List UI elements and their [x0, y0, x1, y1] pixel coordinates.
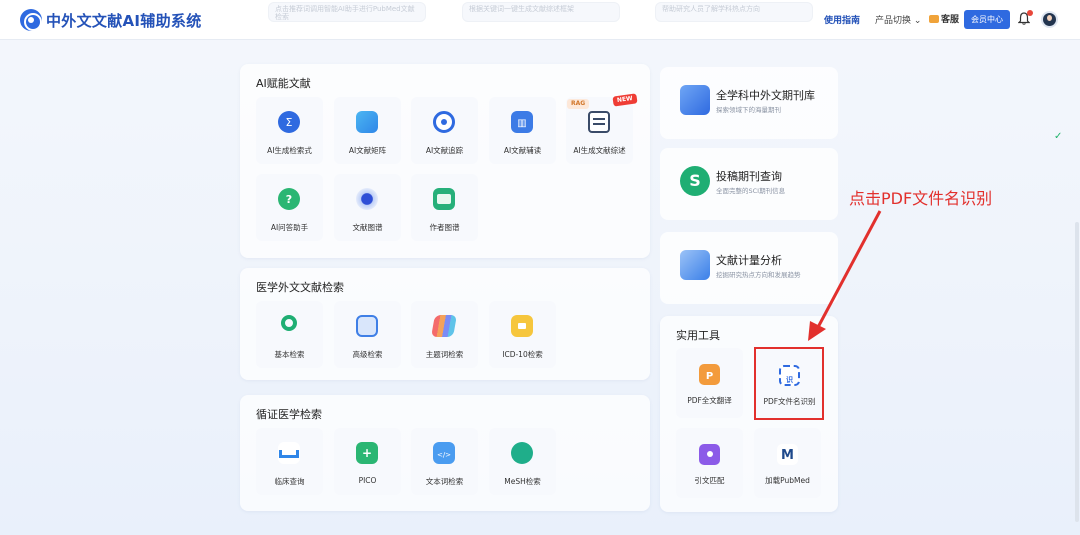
tile-ai-literature-tracking[interactable]: AI文献追踪 — [411, 97, 478, 164]
citation-match-icon — [699, 444, 720, 465]
tile-label: AI生成文献综述 — [573, 146, 626, 155]
tool-pdf-translate[interactable]: P PDF全文翻译 — [676, 348, 743, 418]
tile-label: PICO — [358, 476, 377, 485]
tool-label: 引文匹配 — [694, 476, 725, 485]
pdf-translate-icon: P — [699, 364, 720, 385]
bibliometrics-chart-icon — [680, 250, 710, 280]
tile-label: 高级检索 — [352, 350, 383, 359]
sci-journal-icon: S — [680, 166, 710, 196]
tile-ai-reading-assist[interactable]: ▥ AI文献辅读 — [489, 97, 556, 164]
tile-author-graph[interactable]: 作者图谱 — [411, 174, 478, 241]
tile-pico[interactable]: + PICO — [334, 428, 401, 495]
top-header: 中外文文献AI辅助系统 点击推荐词调用智能AI助手进行PubMed文献检索 根据… — [0, 0, 1080, 40]
subject-cards-icon — [431, 315, 457, 337]
notification-dot — [1027, 10, 1033, 16]
service-icon — [929, 15, 939, 23]
tile-label: AI文献辅读 — [503, 146, 542, 155]
app-title[interactable]: 中外文文献AI辅助系统 — [46, 10, 202, 31]
ghost-card: 帮助研究人员了解学科热点方向 — [655, 2, 813, 22]
nav-customer-service[interactable]: 客服 — [929, 12, 959, 25]
tile-mesh-search[interactable]: MeSH检索 — [489, 428, 556, 495]
ghost-card: 根据关键词一键生成文献综述框架 — [462, 2, 620, 22]
graph-icon — [356, 188, 378, 210]
tile-label: ICD-10检索 — [502, 350, 543, 359]
journal-library-icon — [680, 85, 710, 115]
matrix-icon — [356, 111, 378, 133]
nav-service-label: 客服 — [941, 15, 960, 25]
bed-icon — [278, 442, 300, 464]
tile-label: AI文献追踪 — [425, 146, 464, 155]
nav-user-guide[interactable]: 使用指南 — [824, 13, 860, 26]
chat-question-icon: ? — [278, 188, 300, 210]
ghost-card: 点击推荐词调用智能AI助手进行PubMed文献检索 — [268, 2, 426, 22]
tile-text-word-search[interactable]: </> 文本词检索 — [411, 428, 478, 495]
magnifier-icon — [278, 315, 300, 337]
tool-label: 加载PubMed — [765, 476, 810, 485]
rag-badge: RAG — [567, 99, 590, 109]
avatar[interactable] — [1041, 11, 1058, 28]
nav-product-switch-label: 产品切换 — [875, 16, 912, 26]
tool-load-pubmed[interactable]: M 加载PubMed — [754, 428, 821, 498]
tile-label: AI问答助手 — [270, 223, 309, 232]
reading-icon: ▥ — [511, 111, 533, 133]
tile-label: 文本词检索 — [425, 477, 464, 486]
tile-label: 临床查询 — [274, 477, 305, 486]
panel-title: 医学外文文献检索 — [256, 281, 344, 294]
floating-check-icon[interactable]: ✓ — [1054, 131, 1062, 142]
tile-ai-literature-matrix[interactable]: AI文献矩阵 — [334, 97, 401, 164]
tile-ai-generate-query[interactable]: Σ AI生成检索式 — [256, 97, 323, 164]
panel-title: 实用工具 — [676, 329, 720, 342]
tile-label: 文献图谱 — [352, 223, 383, 232]
tile-label: 作者图谱 — [429, 223, 460, 232]
nav-product-switch[interactable]: 产品切换 ⌄ — [875, 13, 921, 26]
tile-icd10-search[interactable]: ICD-10检索 — [489, 301, 556, 368]
tile-ai-qa-assistant[interactable]: ? AI问答助手 — [256, 174, 323, 241]
tile-clinical-query[interactable]: 临床查询 — [256, 428, 323, 495]
tile-label: 基本检索 — [274, 350, 305, 359]
logo-icon[interactable] — [20, 9, 42, 31]
card-title: 投稿期刊查询 — [716, 170, 782, 183]
pubmed-logo-icon: M — [777, 444, 798, 465]
folder-icon — [511, 315, 533, 337]
medical-box-icon: + — [356, 442, 378, 464]
chevron-down-icon: ⌄ — [913, 16, 922, 26]
mesh-search-icon — [511, 442, 533, 464]
advanced-search-icon — [356, 315, 378, 337]
panel-title: AI赋能文献 — [256, 77, 311, 90]
member-center-button[interactable]: 会员中心 — [964, 10, 1010, 29]
review-icon — [588, 111, 610, 133]
annotation-arrow-icon — [808, 210, 882, 341]
tile-literature-graph[interactable]: 文献图谱 — [334, 174, 401, 241]
card-title: 全学科中外文期刊库 — [716, 89, 815, 102]
highlight-box — [754, 347, 824, 420]
tile-label: MeSH检索 — [504, 477, 541, 486]
sigma-icon: Σ — [278, 111, 300, 133]
panel-title: 循证医学检索 — [256, 408, 322, 421]
tile-advanced-search[interactable]: 高级检索 — [334, 301, 401, 368]
card-title: 文献计量分析 — [716, 254, 782, 267]
tile-label: 主题词检索 — [425, 350, 464, 359]
tile-subject-search[interactable]: 主题词检索 — [411, 301, 478, 368]
card-desc: 挖掘研究热点方向和发展趋势 — [716, 271, 801, 279]
card-journal-library[interactable]: 全学科中外文期刊库 探索领域下的海量期刊 — [660, 67, 838, 139]
tile-label: AI文献矩阵 — [348, 146, 387, 155]
card-desc: 探索领域下的海量期刊 — [716, 106, 781, 114]
target-icon — [433, 111, 455, 133]
tile-basic-search[interactable]: 基本检索 — [256, 301, 323, 368]
code-doc-icon: </> — [433, 442, 455, 464]
tile-label: AI生成检索式 — [267, 146, 312, 155]
author-card-icon — [433, 188, 455, 210]
card-desc: 全面完整的SCI期刊信息 — [716, 187, 786, 195]
tool-label: PDF全文翻译 — [687, 396, 732, 405]
tool-citation-match[interactable]: 引文匹配 — [676, 428, 743, 498]
scrollbar[interactable] — [1075, 222, 1079, 522]
